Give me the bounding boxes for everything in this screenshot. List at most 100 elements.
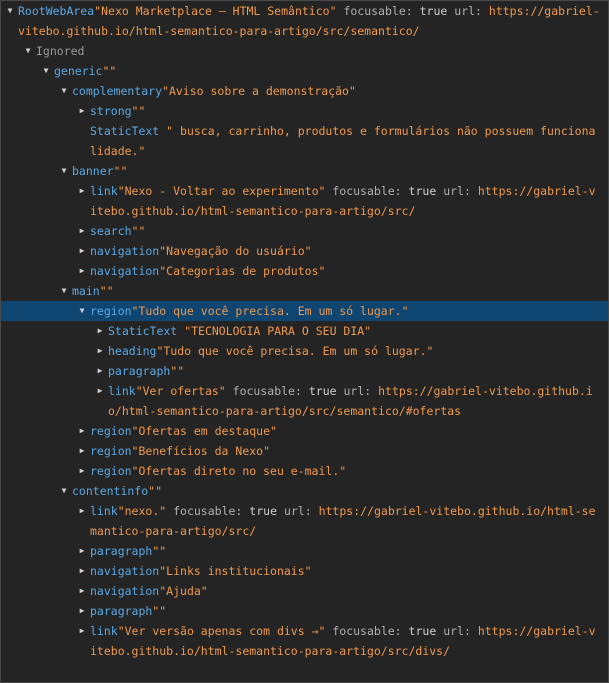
tree-node[interactable]: ▼ complementary"Aviso sobre a demonstraçã…: [1, 81, 608, 101]
tree-node[interactable]: ▼ RootWebArea"Nexo Marketplace – HTML Sem…: [1, 1, 608, 41]
node-name: "": [113, 164, 128, 178]
node-name: " busca, carrinho, produtos e formulário…: [90, 124, 596, 158]
expand-right-icon[interactable]: ▶: [95, 361, 105, 381]
tree-node[interactable]: StaticText " busca, carrinho, produtos e…: [1, 121, 608, 161]
node-role: RootWebArea: [18, 4, 95, 18]
node-prop-key: url:: [454, 4, 482, 18]
node-role: navigation: [90, 564, 160, 578]
node-name: "TECNOLOGIA PARA O SEU DIA": [177, 324, 372, 338]
expand-right-icon[interactable]: ▶: [77, 261, 87, 281]
node-text: RootWebArea"Nexo Marketplace – HTML Semâ…: [18, 1, 600, 41]
node-prop-key: url:: [443, 624, 471, 638]
tree-node[interactable]: ▶ link"Ver ofertas" focusable: true url: …: [1, 381, 608, 421]
tree-node[interactable]: ▶ region"Ofertas em destaque": [1, 421, 608, 441]
node-prop-value: https://gabriel-vitebo.github.io/html-se…: [90, 504, 596, 538]
tree-node[interactable]: ▶ region"Benefícios da Nexo": [1, 441, 608, 461]
node-prop-key: url:: [343, 384, 372, 398]
tree-node[interactable]: ▶ navigation"Links institucionais": [1, 561, 608, 581]
node-text: navigation"Links institucionais": [90, 561, 600, 581]
expand-right-icon[interactable]: ▶: [95, 321, 105, 341]
tree-node[interactable]: ▶ paragraph"": [1, 541, 608, 561]
expand-down-icon[interactable]: ▼: [77, 301, 87, 321]
tree-node[interactable]: ▶ heading"Tudo que você precisa. Em um só…: [1, 341, 608, 361]
node-prop-value: true: [408, 184, 437, 198]
tree-node[interactable]: ▼ generic"": [1, 61, 608, 81]
node-role: region: [90, 304, 132, 318]
expand-right-icon[interactable]: ▶: [77, 601, 87, 621]
node-name: "Tudo que você precisa. Em um só lugar.": [131, 304, 409, 318]
tree-node[interactable]: ▶ region"Ofertas direto no seu e-mail.": [1, 461, 608, 481]
tree-node[interactable]: ▼ region"Tudo que você precisa. Em um só …: [1, 301, 608, 321]
node-prop-key: url:: [443, 184, 471, 198]
expand-right-icon[interactable]: ▶: [77, 441, 87, 461]
node-role: region: [90, 444, 132, 458]
expand-down-icon[interactable]: ▼: [41, 61, 51, 81]
expand-down-icon[interactable]: ▼: [59, 481, 69, 501]
node-name: "": [148, 484, 163, 498]
tree-node[interactable]: ▼ banner"": [1, 161, 608, 181]
node-prop-key: focusable:: [332, 184, 402, 198]
node-name: "Ver versão apenas com divs →": [117, 624, 326, 638]
expand-right-icon[interactable]: ▶: [77, 181, 87, 201]
node-text: region"Benefícios da Nexo": [90, 441, 600, 461]
tree-node[interactable]: ▶ navigation"Navegação do usuário": [1, 241, 608, 261]
tree-node[interactable]: ▶ link"nexo." focusable: true url: https:…: [1, 501, 608, 541]
node-role: Ignored: [36, 44, 85, 58]
node-name: "Aviso sobre a demonstração": [162, 84, 356, 98]
node-role: paragraph: [90, 544, 153, 558]
expand-right-icon[interactable]: ▶: [77, 461, 87, 481]
node-prop-key: focusable:: [232, 384, 302, 398]
node-text: contentinfo"": [72, 481, 600, 501]
node-text: strong"": [90, 101, 600, 121]
node-name: "Nexo - Voltar ao experimento": [117, 184, 326, 198]
node-prop-key: focusable:: [332, 624, 402, 638]
tree-node[interactable]: ▼ contentinfo"": [1, 481, 608, 501]
node-name: "Ofertas direto no seu e-mail.": [131, 464, 347, 478]
node-name: "": [152, 544, 167, 558]
node-role: region: [90, 464, 132, 478]
node-text: complementary"Aviso sobre a demonstração…: [72, 81, 600, 101]
tree-node[interactable]: ▶ search"": [1, 221, 608, 241]
node-text: region"Ofertas direto no seu e-mail.": [90, 461, 600, 481]
expand-down-icon[interactable]: ▼: [59, 161, 69, 181]
tree-node[interactable]: ▶ paragraph"": [1, 601, 608, 621]
node-text: banner"": [72, 161, 600, 181]
expand-right-icon[interactable]: ▶: [77, 581, 87, 601]
node-role: StaticText: [90, 124, 160, 138]
node-role: region: [90, 424, 132, 438]
tree-node[interactable]: ▶ StaticText "TECNOLOGIA PARA O SEU DIA": [1, 321, 608, 341]
tree-node[interactable]: ▶ strong"": [1, 101, 608, 121]
expand-right-icon[interactable]: ▶: [77, 421, 87, 441]
expand-right-icon[interactable]: ▶: [77, 621, 87, 641]
node-prop-value: true: [308, 384, 337, 398]
node-prop-value: true: [408, 624, 437, 638]
expand-right-icon[interactable]: ▶: [77, 241, 87, 261]
node-text: navigation"Categorias de produtos": [90, 261, 600, 281]
expand-right-icon[interactable]: ▶: [95, 381, 105, 401]
tree-node[interactable]: ▶ link"Nexo - Voltar ao experimento" focu…: [1, 181, 608, 221]
expand-right-icon[interactable]: ▶: [95, 341, 105, 361]
tree-node[interactable]: ▶ navigation"Ajuda": [1, 581, 608, 601]
node-name: "": [131, 104, 146, 118]
expand-down-icon[interactable]: ▼: [5, 1, 15, 21]
node-text: search"": [90, 221, 600, 241]
tree-node[interactable]: ▶ navigation"Categorias de produtos": [1, 261, 608, 281]
node-role: banner: [72, 164, 114, 178]
expand-right-icon[interactable]: ▶: [77, 221, 87, 241]
tree-node[interactable]: ▶ paragraph"": [1, 361, 608, 381]
node-role: complementary: [72, 84, 163, 98]
expand-right-icon[interactable]: ▶: [77, 101, 87, 121]
node-text: Ignored: [36, 41, 600, 61]
tree-node[interactable]: ▼ Ignored: [1, 41, 608, 61]
expand-down-icon[interactable]: ▼: [59, 81, 69, 101]
expand-right-icon[interactable]: ▶: [77, 561, 87, 581]
expand-down-icon[interactable]: ▼: [59, 281, 69, 301]
node-name: "Categorias de produtos": [159, 264, 326, 278]
node-role: navigation: [90, 244, 160, 258]
expand-right-icon[interactable]: ▶: [77, 501, 87, 521]
expand-down-icon[interactable]: ▼: [23, 41, 33, 61]
tree-node[interactable]: ▶ link"Ver versão apenas com divs →" focu…: [1, 621, 608, 661]
node-text: main"": [72, 281, 600, 301]
tree-node[interactable]: ▼ main"": [1, 281, 608, 301]
expand-right-icon[interactable]: ▶: [77, 541, 87, 561]
